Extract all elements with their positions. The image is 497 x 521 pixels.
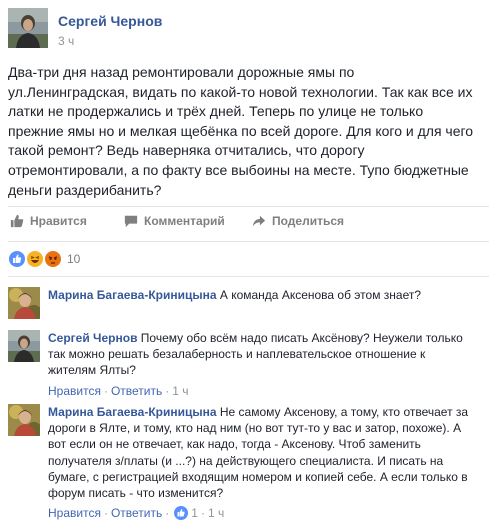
speech-bubble-icon [124,215,138,228]
facebook-post: Сергей Чернов 3 ч Два-три дня назад ремо… [0,0,497,521]
like-icon [9,251,25,267]
haha-icon [27,251,43,267]
post-text-line: ул.Ленинградская, видать по какой-то нов… [8,83,473,100]
angry-icon [45,251,61,267]
post-timestamp[interactable]: 3 ч [58,34,74,48]
separator-dot: · [200,506,205,521]
post-text-line: деньги раздерибанить? [8,181,162,198]
divider [8,241,489,242]
comment-button[interactable]: Комментарий [124,214,225,228]
like-icon [174,506,189,521]
post-text-line: отремонтировали, а по факту все выбоины … [8,161,469,178]
comment-timestamp[interactable]: 1 ч [208,505,224,521]
thumbs-up-icon [10,214,24,228]
post-actions-bar: Нравится Комментарий Поделиться [8,214,488,234]
post-text-line: такой ремонт? Ведь наверняка отчитались,… [8,142,365,159]
comment-text-line: так можно решать безалаберность и наплев… [48,347,426,362]
like-button[interactable]: Нравится [10,214,87,228]
comment-text-line: Сергей Чернов Почему обо всём надо писат… [48,330,480,346]
comment-text-line: форум писать - что изменится? [48,486,224,501]
divider [8,276,489,277]
comment-text-line: жителям Ялты? [48,363,136,378]
post-text: Два-три дня назад ремонтировали дорожные… [8,63,488,200]
share-button-label: Поделиться [272,214,345,228]
comment-text: Почему обо всём надо писать Аксёнову? Не… [140,331,463,345]
comment-text-line: бумаге, с регистрацией входящим номером … [48,469,468,484]
commenter-name[interactable]: Марина Багаева-Криницына [48,288,217,302]
comment-text-line: Марина Багаева-Криницына Не самому Аксен… [48,404,480,420]
comment-timestamp[interactable]: 1 ч [172,383,188,399]
post-text-line: Два-три дня назад ремонтировали дорожные… [8,64,355,80]
comment-reply-link[interactable]: Ответить [111,383,162,399]
post-author-name[interactable]: Сергей Чернов [58,13,162,29]
comment-likes-count: 1 [191,506,198,521]
comment-text-line: получателя з/платы (и ...?) на действующ… [48,453,444,468]
author-avatar[interactable] [8,8,48,48]
commenter-avatar[interactable] [8,404,40,436]
comment-text-line: дороги в Ялте, и тому, кто над ним (но в… [48,421,462,436]
comment-body: Сергей Чернов Почему обо всём надо писат… [48,330,480,399]
comment-text: Не самому Аксенову, а тому, кто отвечает… [219,405,469,419]
separator-dot: · [103,506,108,521]
reactions-summary[interactable]: 10 [9,251,80,267]
comment-meta: Нравится · Ответить · 1 · 1 ч [48,505,480,521]
post-text-line: латки не продержались и трёх дней. Тепер… [8,103,424,120]
separator-dot: · [165,506,170,521]
comment-text-line: Марина Багаева-Криницына А команда Аксен… [48,287,480,303]
commenter-avatar[interactable] [8,330,40,362]
comment-meta: Нравится · Ответить · 1 ч [48,383,480,399]
separator-dot: · [103,383,108,398]
share-arrow-icon [252,215,266,227]
comment-like-link[interactable]: Нравится [48,383,101,399]
share-button[interactable]: Поделиться [252,214,344,228]
post-text-line: прежние ямы но и мелкая щебёнка по всей … [8,122,474,139]
commenter-name[interactable]: Марина Багаева-Криницына [48,405,217,419]
comment-body: Марина Багаева-Криницына Не самому Аксен… [48,404,480,521]
commenter-avatar[interactable] [8,287,40,319]
divider [8,206,489,207]
comment-button-label: Комментарий [144,214,225,228]
separator-dot: · [165,383,170,398]
comment-reply-link[interactable]: Ответить [111,505,162,521]
like-button-label: Нравится [30,214,87,228]
reactions-count: 10 [67,252,81,266]
comment-text-line: вот если он не отвечает, как надо, тогда… [48,437,421,452]
comment-likes-badge[interactable]: 1 [174,505,198,521]
comment-body: Марина Багаева-Криницына А команда Аксен… [48,287,480,303]
comment-like-link[interactable]: Нравится [48,505,101,521]
commenter-name[interactable]: Сергей Чернов [48,331,137,345]
comment-text: А команда Аксенова об этом знает? [219,288,422,302]
